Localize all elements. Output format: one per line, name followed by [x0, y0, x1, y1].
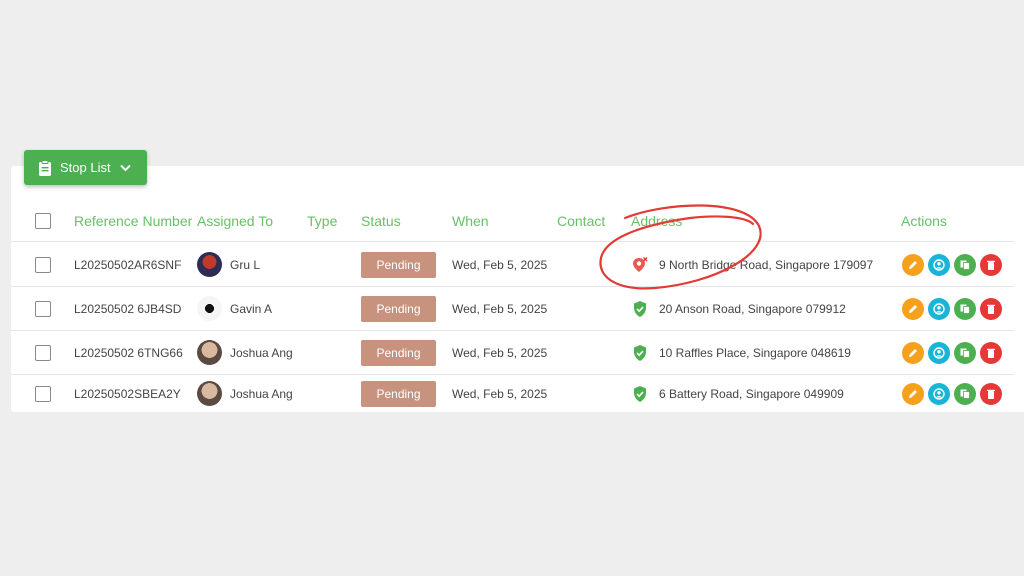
edit-button[interactable]: [902, 297, 924, 320]
status-badge: Pending: [361, 251, 436, 278]
trash-icon: [987, 260, 995, 270]
copy-icon: [960, 389, 970, 399]
user-icon: [933, 346, 945, 359]
pencil-icon: [909, 389, 917, 398]
status-badge: Pending: [361, 339, 436, 366]
edit-button[interactable]: [902, 253, 924, 276]
verified-shield-icon: [631, 344, 649, 362]
select-all-cell: [35, 200, 51, 241]
assigned-to: Gru L: [197, 243, 260, 286]
user-icon: [933, 387, 945, 400]
edit-button[interactable]: [902, 382, 924, 405]
row-checkbox[interactable]: [35, 300, 51, 317]
reference-number: L20250502AR6SNF: [74, 257, 182, 272]
user-icon: [933, 302, 945, 315]
delete-button[interactable]: [980, 297, 1002, 320]
address-cell: 9 North Bridge Road, Singapore 179097: [631, 243, 873, 286]
duplicate-button[interactable]: [954, 253, 976, 276]
verified-shield-icon: [631, 385, 649, 403]
assigned-to: Joshua Ang: [197, 375, 293, 412]
reference-number: L20250502 6JB4SD: [74, 301, 182, 316]
avatar: [197, 381, 222, 406]
pencil-icon: [909, 348, 917, 357]
duplicate-button[interactable]: [954, 297, 976, 320]
clipboard-icon: [38, 159, 52, 176]
header-actions: Actions: [901, 212, 947, 229]
avatar: [197, 340, 222, 365]
select-all-checkbox[interactable]: [35, 212, 51, 229]
edit-button[interactable]: [902, 341, 924, 364]
pencil-icon: [909, 304, 917, 313]
header-address[interactable]: Address: [631, 200, 682, 241]
header-assigned[interactable]: Assigned To: [197, 200, 273, 241]
stop-list-dropdown-button[interactable]: Stop List: [24, 150, 147, 185]
delete-button[interactable]: [980, 253, 1002, 276]
chevron-down-icon: [119, 164, 131, 172]
copy-icon: [960, 348, 970, 358]
verified-shield-icon: [631, 300, 649, 318]
assign-user-button[interactable]: [928, 253, 950, 276]
address-cell: 10 Raffles Place, Singapore 048619: [631, 331, 851, 374]
avatar: [197, 252, 222, 277]
table-header: Reference Number Assigned To Type Status…: [11, 200, 1014, 242]
row-checkbox[interactable]: [35, 385, 51, 402]
address-cell: 6 Battery Road, Singapore 049909: [631, 375, 844, 412]
table-row[interactable]: L20250502 6TNG66 Joshua Ang Pending Wed,…: [11, 331, 1014, 375]
user-icon: [933, 258, 945, 271]
location-error-icon: [631, 256, 649, 274]
status-badge: Pending: [361, 295, 436, 322]
trash-icon: [987, 304, 995, 314]
duplicate-button[interactable]: [954, 341, 976, 364]
stop-list-label: Stop List: [60, 160, 111, 175]
header-contact[interactable]: Contact: [557, 200, 605, 241]
copy-icon: [960, 260, 970, 270]
assign-user-button[interactable]: [928, 341, 950, 364]
status-badge: Pending: [361, 380, 436, 407]
header-type[interactable]: Type: [307, 200, 337, 241]
table-row[interactable]: L20250502AR6SNF Gru L Pending Wed, Feb 5…: [11, 243, 1014, 287]
reference-number: L20250502 6TNG66: [74, 345, 183, 360]
row-checkbox[interactable]: [35, 344, 51, 361]
row-actions: [902, 287, 1006, 330]
when-cell: Wed, Feb 5, 2025: [452, 301, 548, 316]
header-when[interactable]: When: [452, 200, 489, 241]
assign-user-button[interactable]: [928, 382, 950, 405]
reference-number: L20250502SBEA2Y: [74, 386, 181, 401]
header-reference[interactable]: Reference Number: [74, 200, 192, 241]
delete-button[interactable]: [980, 341, 1002, 364]
assigned-to: Gavin A: [197, 287, 272, 330]
avatar: [197, 296, 222, 321]
header-status[interactable]: Status: [361, 200, 401, 241]
row-actions: [902, 331, 1006, 374]
table-row[interactable]: L20250502 6JB4SD Gavin A Pending Wed, Fe…: [11, 287, 1014, 331]
when-cell: Wed, Feb 5, 2025: [452, 257, 548, 272]
trash-icon: [987, 348, 995, 358]
duplicate-button[interactable]: [954, 382, 976, 405]
address-cell: 20 Anson Road, Singapore 079912: [631, 287, 846, 330]
row-actions: [902, 375, 1006, 412]
when-cell: Wed, Feb 5, 2025: [452, 386, 548, 401]
trash-icon: [987, 389, 995, 399]
assign-user-button[interactable]: [928, 297, 950, 320]
pencil-icon: [909, 260, 917, 269]
row-actions: [902, 243, 1006, 286]
row-checkbox[interactable]: [35, 256, 51, 273]
table-row[interactable]: L20250502SBEA2Y Joshua Ang Pending Wed, …: [11, 375, 1014, 412]
when-cell: Wed, Feb 5, 2025: [452, 345, 548, 360]
delete-button[interactable]: [980, 382, 1002, 405]
assigned-to: Joshua Ang: [197, 331, 293, 374]
copy-icon: [960, 304, 970, 314]
